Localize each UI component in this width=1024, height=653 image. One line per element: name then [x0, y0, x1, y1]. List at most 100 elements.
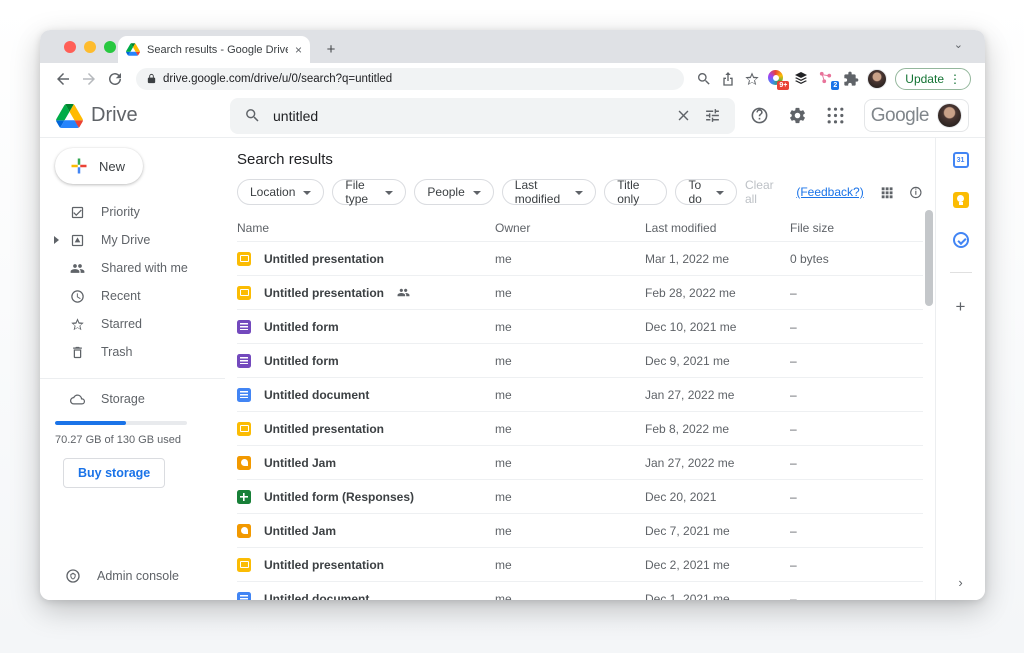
sidebar-item-storage[interactable]: Storage	[40, 385, 225, 413]
browser-tab[interactable]: Search results - Google Drive ×	[118, 36, 310, 63]
sidebar-item-trash[interactable]: Trash	[40, 338, 225, 366]
tab-search-chevron-icon[interactable]: ⌄	[954, 38, 963, 51]
table-row[interactable]: Untitled presentation me Feb 28, 2022 me…	[237, 275, 923, 309]
filter-chips-row: Location File type People Last modified …	[237, 178, 923, 206]
file-name: Untitled Jam	[264, 456, 336, 470]
table-row[interactable]: Untitled form me Dec 9, 2021 me –	[237, 343, 923, 377]
expand-caret-icon[interactable]	[54, 236, 59, 244]
sidebar-item-label: Trash	[101, 345, 133, 359]
new-button[interactable]: New	[55, 148, 143, 184]
browser-window: Search results - Google Drive × + ⌄ driv…	[40, 30, 985, 600]
column-header-size[interactable]: File size	[790, 221, 885, 235]
buy-storage-button[interactable]: Buy storage	[63, 458, 165, 488]
search-icon[interactable]	[244, 107, 261, 124]
filter-chip[interactable]: Title only	[604, 179, 667, 205]
extension-graph-icon[interactable]: 2	[818, 70, 835, 87]
size-cell: –	[790, 558, 885, 572]
file-type-icon	[237, 354, 251, 368]
table-row[interactable]: Untitled presentation me Feb 8, 2022 me …	[237, 411, 923, 445]
zoom-icon[interactable]	[696, 71, 712, 87]
new-tab-button[interactable]: +	[320, 41, 342, 58]
size-cell: –	[790, 490, 885, 504]
sidebar-item-priority[interactable]: Priority	[40, 198, 225, 226]
main-panel: Search results Location File type People…	[225, 138, 935, 600]
table-scrollbar[interactable]	[925, 210, 933, 306]
sidebar-item-recent[interactable]: Recent	[40, 282, 225, 310]
file-name: Untitled form (Responses)	[264, 490, 414, 504]
account-avatar[interactable]	[937, 103, 962, 128]
reload-icon[interactable]	[106, 70, 124, 88]
tasks-icon[interactable]	[953, 232, 969, 248]
update-button[interactable]: Update ⋮	[895, 68, 971, 90]
table-row[interactable]: Untitled form me Dec 10, 2021 me –	[237, 309, 923, 343]
filter-chip[interactable]: People	[414, 179, 493, 205]
column-header-name[interactable]: Name	[237, 221, 495, 235]
collapse-panel-chevron-icon[interactable]: ›	[958, 575, 962, 590]
bookmark-star-icon[interactable]	[744, 71, 760, 87]
filter-chip[interactable]: Last modified	[502, 179, 596, 205]
search-options-icon[interactable]	[704, 107, 721, 124]
file-name-cell: Untitled form (Responses)	[237, 490, 495, 504]
sidebar-item-admin-console[interactable]: Admin console	[40, 562, 225, 590]
forward-icon[interactable]	[80, 70, 98, 88]
file-name-cell: Untitled Jam	[237, 524, 495, 538]
chevron-down-icon	[575, 191, 583, 195]
file-type-icon	[237, 252, 251, 266]
table-row[interactable]: Untitled Jam me Dec 7, 2021 me –	[237, 513, 923, 547]
google-apps-grid-icon[interactable]	[826, 106, 845, 125]
table-row[interactable]: Untitled Jam me Jan 27, 2022 me –	[237, 445, 923, 479]
chevron-down-icon	[385, 191, 393, 195]
browser-menu-icon[interactable]: ⋮	[949, 72, 961, 86]
file-name-cell: Untitled form	[237, 354, 495, 368]
extension-badge: 2	[831, 81, 839, 90]
close-window-button[interactable]	[64, 41, 76, 53]
chevron-down-icon	[716, 191, 724, 195]
owner-cell: me	[495, 252, 645, 266]
app-name: Drive	[91, 104, 138, 127]
drive-logo-icon[interactable]	[56, 104, 83, 128]
filter-chip-label: Location	[250, 185, 295, 199]
clear-all-button[interactable]: Clear all	[745, 178, 780, 206]
filter-chip[interactable]: To do	[675, 179, 737, 205]
google-wordmark: Google	[871, 105, 929, 127]
column-header-modified[interactable]: Last modified	[645, 221, 790, 235]
table-row[interactable]: Untitled document me Dec 1, 2021 me –	[237, 581, 923, 600]
file-name: Untitled presentation	[264, 422, 384, 436]
sidebar-item-shared-with-me[interactable]: Shared with me	[40, 254, 225, 282]
drive-search-bar[interactable]	[230, 98, 735, 134]
extension-layers-icon[interactable]	[793, 70, 810, 87]
extension-rainbow-icon[interactable]: 9+	[768, 70, 785, 87]
add-addon-button[interactable]: +	[956, 297, 966, 317]
search-input[interactable]	[273, 108, 663, 124]
chevron-down-icon	[303, 191, 311, 195]
url-bar[interactable]: drive.google.com/drive/u/0/search?q=unti…	[136, 68, 684, 90]
file-name-cell: Untitled presentation	[237, 558, 495, 572]
table-row[interactable]: Untitled presentation me Dec 2, 2021 me …	[237, 547, 923, 581]
info-icon[interactable]	[909, 184, 923, 201]
minimize-window-button[interactable]	[84, 41, 96, 53]
filter-chip[interactable]: Location	[237, 179, 324, 205]
grid-view-icon[interactable]	[880, 184, 894, 201]
extensions-puzzle-icon[interactable]	[843, 71, 859, 87]
keep-icon[interactable]	[953, 192, 969, 208]
sidebar-item-my-drive[interactable]: My Drive	[40, 226, 225, 254]
column-header-owner[interactable]: Owner	[495, 221, 645, 235]
size-cell: 0 bytes	[790, 252, 885, 266]
browser-profile-avatar[interactable]	[867, 69, 887, 89]
filter-chip[interactable]: File type	[332, 179, 406, 205]
table-row[interactable]: Untitled presentation me Mar 1, 2022 me …	[237, 241, 923, 275]
feedback-link[interactable]: (Feedback?)	[796, 185, 863, 199]
zoom-window-button[interactable]	[104, 41, 116, 53]
shared-with-me-icon	[70, 261, 85, 276]
table-row[interactable]: Untitled document me Jan 27, 2022 me –	[237, 377, 923, 411]
clear-search-icon[interactable]	[675, 107, 692, 124]
help-icon[interactable]	[750, 106, 769, 125]
back-icon[interactable]	[54, 70, 72, 88]
sidebar-item-starred[interactable]: Starred	[40, 310, 225, 338]
table-row[interactable]: Untitled form (Responses) me Dec 20, 202…	[237, 479, 923, 513]
tab-close-icon[interactable]: ×	[295, 43, 302, 57]
calendar-icon[interactable]: 31	[953, 152, 969, 168]
share-icon[interactable]	[720, 71, 736, 87]
cloud-storage-icon	[70, 392, 85, 407]
settings-gear-icon[interactable]	[788, 106, 807, 125]
